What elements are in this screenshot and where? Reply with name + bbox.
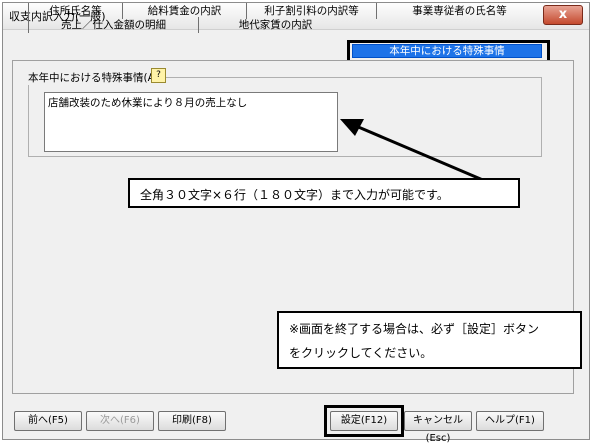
callout-input-limit: 全角３０文字×６行（１８０文字）まで入力が可能です。 — [128, 178, 520, 208]
callout-close-instruction: ※画面を終了する場合は、必ず［設定］ボタン をクリックしてください。 — [277, 311, 582, 369]
print-button[interactable]: 印刷(F8) — [158, 411, 226, 431]
cancel-button[interactable]: キャンセル(Esc) — [404, 411, 472, 444]
prev-button[interactable]: 前へ(F5) — [14, 411, 82, 431]
set-button-highlight — [324, 405, 404, 437]
annotation-arrow-icon — [340, 119, 498, 188]
callout-close-line2: をクリックしてください。 — [289, 346, 433, 360]
next-button[interactable]: 次へ(F6) — [86, 411, 154, 431]
callout-limit-text: 全角３０文字×６行（１８０文字）まで入力が可能です。 — [140, 188, 449, 202]
callout-close-line1: ※画面を終了する場合は、必ず［設定］ボタン — [289, 322, 540, 336]
help-button[interactable]: ヘルプ(F1) — [476, 411, 544, 431]
